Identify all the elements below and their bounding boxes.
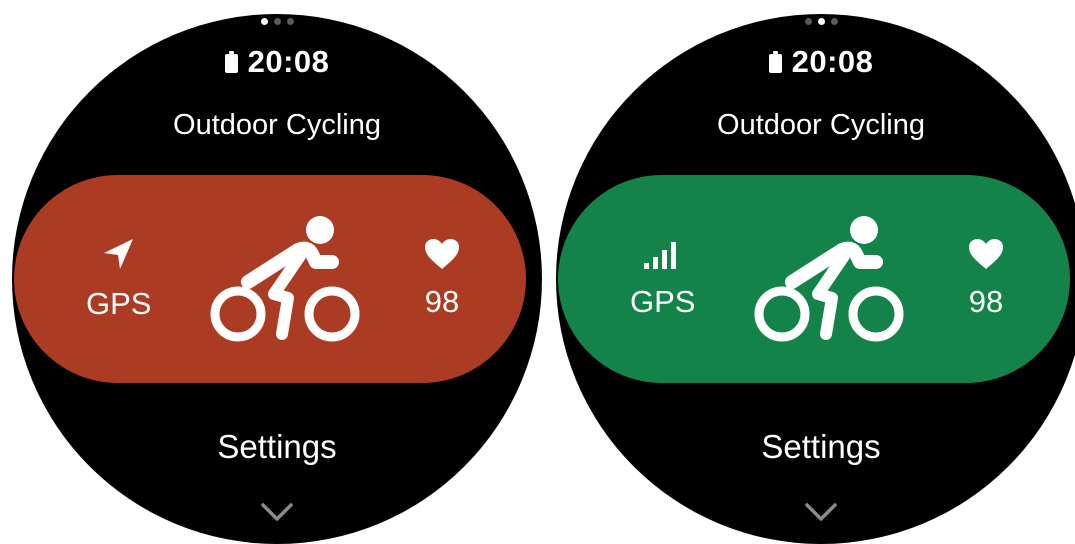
workout-title: Outdoor Cycling <box>173 109 381 141</box>
chevron-down-icon[interactable] <box>804 502 838 522</box>
cycling-icon <box>210 216 360 342</box>
page-indicator <box>12 18 542 25</box>
watch-screen-gps-ready: 20:08 Outdoor Cycling GPS 98 Settings <box>556 14 1075 544</box>
workout-title: Outdoor Cycling <box>717 109 925 141</box>
page-dot <box>286 18 294 25</box>
status-bar: 20:08 <box>12 44 542 80</box>
cycling-icon <box>754 216 904 342</box>
battery-icon <box>224 51 238 73</box>
start-workout-button[interactable]: GPS 98 <box>14 175 526 383</box>
heart-rate-value: 98 <box>424 284 460 319</box>
signal-bars-icon <box>643 242 676 269</box>
battery-icon <box>768 51 782 73</box>
settings-button[interactable]: Settings <box>12 428 542 466</box>
page-dot <box>273 18 281 25</box>
chevron-down-icon[interactable] <box>260 502 294 522</box>
heart-icon <box>969 239 1003 269</box>
gps-status: GPS <box>630 238 695 320</box>
start-workout-button[interactable]: GPS 98 <box>558 175 1070 383</box>
settings-button[interactable]: Settings <box>556 428 1075 466</box>
page-dot <box>260 18 268 25</box>
clock-time: 20:08 <box>247 44 330 79</box>
heart-rate-value: 98 <box>968 284 1004 319</box>
gps-label: GPS <box>630 284 696 319</box>
gps-status: GPS <box>86 236 151 322</box>
page-dot <box>817 18 825 25</box>
page-dot <box>830 18 838 25</box>
watch-screen-gps-searching: 20:08 Outdoor Cycling GPS 98 Settings <box>12 14 542 544</box>
clock-time: 20:08 <box>791 44 874 79</box>
heart-rate: 98 <box>968 238 1004 320</box>
status-bar: 20:08 <box>556 44 1075 80</box>
heart-icon <box>425 239 459 269</box>
gps-label: GPS <box>86 286 152 321</box>
heart-rate: 98 <box>424 238 460 320</box>
page-dot <box>804 18 812 25</box>
page-indicator <box>556 18 1075 25</box>
location-arrow-icon <box>103 239 133 269</box>
